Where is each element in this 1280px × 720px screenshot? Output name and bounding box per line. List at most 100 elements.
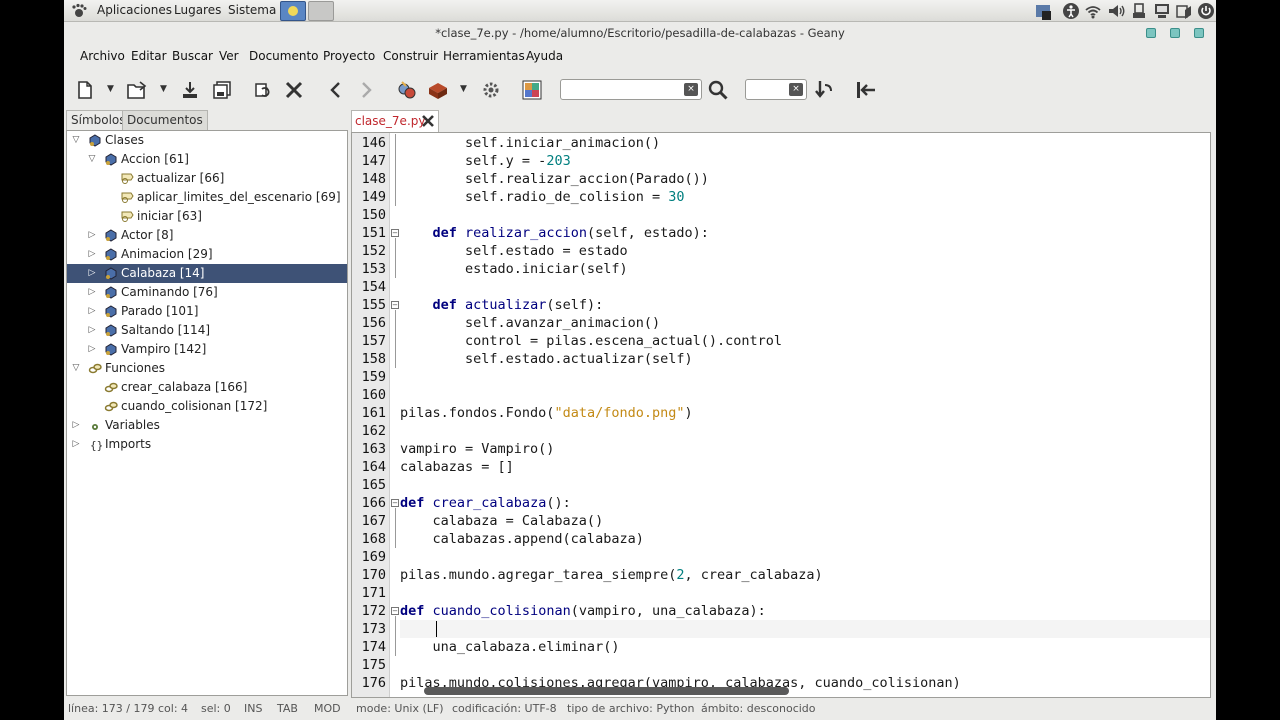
tree-item[interactable]: ▷ Animacion [29]: [67, 245, 347, 264]
search-icon[interactable]: [706, 78, 730, 102]
fold-marker-icon[interactable]: −: [391, 607, 399, 615]
network-icon[interactable]: [1084, 2, 1102, 20]
tree-item[interactable]: actualizar [66]: [67, 169, 347, 188]
tree-item[interactable]: cuando_colisionan [172]: [67, 397, 347, 416]
clear-search-icon[interactable]: ×: [684, 83, 698, 96]
code-line[interactable]: control = pilas.escena_actual().control: [400, 332, 782, 350]
tree-item[interactable]: ▽ Accion [61]: [67, 150, 347, 169]
tree-item[interactable]: iniciar [63]: [67, 207, 347, 226]
back-icon[interactable]: [324, 78, 348, 102]
menu-construir[interactable]: Construir: [383, 49, 438, 63]
tree-item[interactable]: ▽ Funciones: [67, 359, 347, 378]
tree-item[interactable]: ▷ Variables: [67, 416, 347, 435]
display-icon[interactable]: [1153, 2, 1171, 20]
expander-closed-icon[interactable]: ▷: [87, 226, 97, 245]
tree-item[interactable]: ▷ Caminando [76]: [67, 283, 347, 302]
gnome-foot-icon[interactable]: [70, 2, 88, 20]
reload-icon[interactable]: [251, 78, 275, 102]
code-line[interactable]: self.estado.actualizar(self): [400, 350, 693, 368]
menu-aplicaciones[interactable]: Aplicaciones: [97, 3, 172, 17]
menu-documento[interactable]: Documento: [249, 49, 319, 63]
compile-icon[interactable]: [395, 78, 419, 102]
quit-icon[interactable]: [854, 78, 878, 102]
code-line[interactable]: self.iniciar_animacion(): [400, 134, 660, 152]
close-tab-icon[interactable]: [420, 113, 436, 132]
expander-closed-icon[interactable]: ▷: [87, 283, 97, 302]
expander-closed-icon[interactable]: ▷: [71, 435, 81, 454]
code-line[interactable]: def cuando_colisionan(vampiro, una_calab…: [400, 602, 766, 620]
tab-documentos[interactable]: Documentos: [122, 110, 208, 130]
code-line[interactable]: estado.iniciar(self): [400, 260, 628, 278]
color-chooser-icon[interactable]: [520, 78, 544, 102]
tab-simbolos[interactable]: Símbolos: [66, 110, 131, 131]
expander-open-icon[interactable]: ▽: [87, 150, 97, 169]
code-line[interactable]: una_calabaza.eliminar(): [400, 638, 620, 656]
preferences-gear-icon[interactable]: [479, 78, 503, 102]
open-file-icon[interactable]: [125, 78, 149, 102]
code-line[interactable]: self.avanzar_animacion(): [400, 314, 660, 332]
code-line[interactable]: pilas.mundo.agregar_tarea_siempre(2, cre…: [400, 566, 823, 584]
editor-tab[interactable]: clase_7e.py: [351, 110, 439, 132]
update-icon[interactable]: [1034, 2, 1052, 20]
new-file-dropdown-icon[interactable]: ▼: [107, 84, 114, 94]
menu-buscar[interactable]: Buscar: [172, 49, 213, 63]
volume-icon[interactable]: [1107, 2, 1125, 20]
expander-closed-icon[interactable]: ▷: [87, 302, 97, 321]
horizontal-scrollbar-thumb[interactable]: [424, 687, 789, 695]
close-window-button[interactable]: [1194, 28, 1204, 38]
code-line[interactable]: calabazas.append(calabaza): [400, 530, 644, 548]
code-line[interactable]: def crear_calabaza():: [400, 494, 571, 512]
menu-sistema[interactable]: Sistema: [228, 3, 276, 17]
code-line[interactable]: calabazas = []: [400, 458, 514, 476]
battery-icon[interactable]: [1175, 2, 1193, 20]
code-line[interactable]: calabaza = Calabaza(): [400, 512, 604, 530]
tree-item[interactable]: ▷ {} Imports: [67, 435, 347, 454]
menu-ayuda[interactable]: Ayuda: [526, 49, 563, 63]
tree-item[interactable]: ▷ Calabaza [14]: [67, 264, 347, 283]
tree-item[interactable]: crear_calabaza [166]: [67, 378, 347, 397]
close-file-icon[interactable]: [282, 78, 306, 102]
minimize-button[interactable]: [1146, 28, 1156, 38]
fold-marker-icon[interactable]: −: [391, 229, 399, 237]
code-line[interactable]: pilas.fondos.Fondo("data/fondo.png"): [400, 404, 693, 422]
fold-marker-icon[interactable]: −: [391, 301, 399, 309]
goto-line-input[interactable]: ×: [745, 79, 807, 100]
menu-herramientas[interactable]: Herramientas: [443, 49, 525, 63]
menu-ver[interactable]: Ver: [219, 49, 239, 63]
horizontal-scrollbar[interactable]: [424, 686, 1216, 696]
launcher-blank-icon[interactable]: [308, 1, 334, 21]
search-input[interactable]: ×: [560, 79, 702, 100]
expander-closed-icon[interactable]: ▷: [71, 416, 81, 435]
code-editor[interactable]: 146 147 148 149 150 151 152 153 154 155 156 157 158 1…: [351, 132, 1211, 698]
menu-proyecto[interactable]: Proyecto: [323, 49, 375, 63]
tree-item[interactable]: ▷ Vampiro [142]: [67, 340, 347, 359]
open-file-dropdown-icon[interactable]: ▼: [160, 84, 167, 94]
code-line[interactable]: self.y = -203: [400, 152, 571, 170]
tree-item[interactable]: ▽ Clases: [67, 131, 347, 150]
code-line[interactable]: vampiro = Vampiro(): [400, 440, 554, 458]
goto-line-icon[interactable]: [812, 78, 836, 102]
build-dropdown-icon[interactable]: ▼: [460, 84, 467, 94]
code-line[interactable]: def realizar_accion(self, estado):: [400, 224, 709, 242]
menu-archivo[interactable]: Archivo: [80, 49, 125, 63]
save-icon[interactable]: [178, 78, 202, 102]
tree-item[interactable]: aplicar_limites_del_escenario [69]: [67, 188, 347, 207]
expander-closed-icon[interactable]: ▷: [87, 321, 97, 340]
code-line[interactable]: def actualizar(self):: [400, 296, 604, 314]
expander-closed-icon[interactable]: ▷: [87, 264, 97, 283]
maximize-button[interactable]: [1170, 28, 1180, 38]
build-icon[interactable]: [426, 78, 450, 102]
expander-closed-icon[interactable]: ▷: [87, 245, 97, 264]
tree-item[interactable]: ▷ Saltando [114]: [67, 321, 347, 340]
fold-marker-icon[interactable]: −: [391, 499, 399, 507]
forward-icon[interactable]: [354, 78, 378, 102]
expander-open-icon[interactable]: ▽: [71, 131, 81, 150]
launcher-icon[interactable]: [280, 1, 306, 21]
usb-icon[interactable]: [1130, 2, 1148, 20]
power-icon[interactable]: [1197, 2, 1215, 20]
new-file-icon[interactable]: [73, 78, 97, 102]
menu-editar[interactable]: Editar: [131, 49, 167, 63]
save-all-icon[interactable]: [210, 78, 234, 102]
code-line[interactable]: self.realizar_accion(Parado()): [400, 170, 709, 188]
tree-item[interactable]: ▷ Actor [8]: [67, 226, 347, 245]
